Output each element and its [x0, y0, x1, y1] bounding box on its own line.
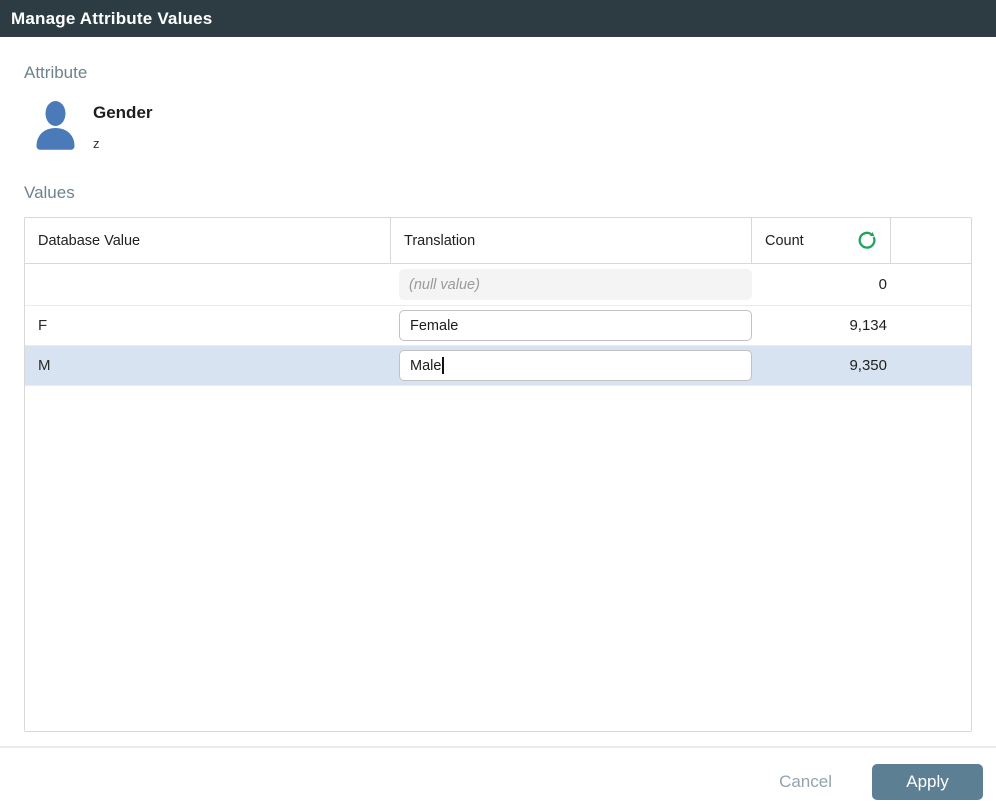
attribute-summary: Gender z	[33, 100, 996, 150]
dialog-titlebar: Manage Attribute Values	[0, 0, 996, 37]
translation-text: Male	[410, 358, 441, 374]
translation-field-null[interactable]: (null value)	[399, 269, 752, 300]
text-cursor	[442, 357, 444, 374]
attribute-subtitle: z	[93, 136, 153, 151]
table-row[interactable]: F Female 9,134	[25, 306, 971, 346]
translation-text: Female	[410, 318, 458, 334]
column-header-database-value: Database Value	[25, 218, 391, 263]
table-header-row: Database Value Translation Count	[25, 218, 971, 264]
table-row[interactable]: M Male 9,350	[25, 346, 971, 386]
table-row[interactable]: (null value) 0	[25, 264, 971, 306]
column-header-count: Count	[752, 218, 891, 263]
apply-button[interactable]: Apply	[872, 764, 983, 800]
database-value-cell: F	[25, 317, 391, 334]
count-header-label: Count	[765, 233, 804, 249]
person-icon	[33, 100, 78, 155]
values-section-label: Values	[24, 183, 996, 203]
count-cell: 0	[752, 276, 891, 293]
attribute-name: Gender	[93, 103, 153, 123]
translation-input-male[interactable]: Male	[399, 350, 752, 381]
attribute-section-label: Attribute	[24, 63, 996, 83]
column-header-translation: Translation	[391, 218, 752, 263]
refresh-icon[interactable]	[856, 230, 878, 252]
translation-input-female[interactable]: Female	[399, 310, 752, 341]
cancel-button[interactable]: Cancel	[769, 766, 842, 798]
dialog-footer: Cancel Apply	[0, 748, 996, 811]
database-value-cell: M	[25, 357, 391, 374]
count-cell: 9,134	[752, 317, 891, 334]
table-empty-area	[25, 386, 971, 731]
dialog-title: Manage Attribute Values	[11, 9, 212, 29]
values-table: Database Value Translation Count (null v…	[24, 217, 972, 732]
column-header-actions	[891, 218, 971, 263]
count-cell: 9,350	[752, 357, 891, 374]
